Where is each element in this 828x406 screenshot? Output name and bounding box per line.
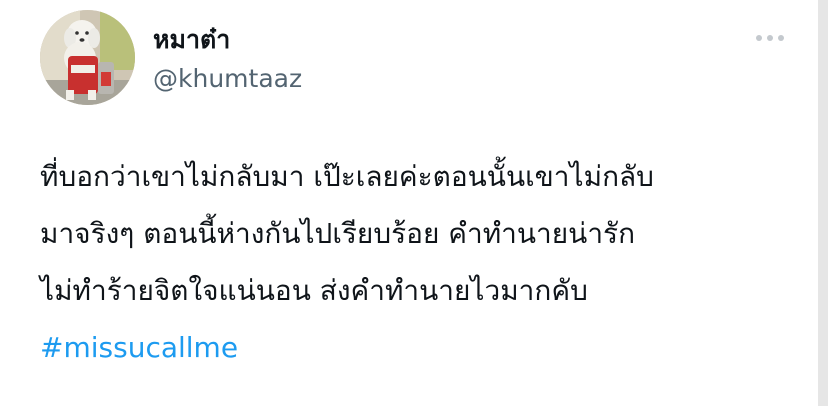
tweet-card: หมาต๋า @khumtaaz ที่บอกว่าเขาไม่กลับมา เ…	[0, 0, 828, 406]
dog-avatar-image	[40, 10, 135, 105]
avatar[interactable]	[40, 10, 135, 105]
screen-edge-divider	[818, 0, 828, 406]
tweet-text-line: ที่บอกว่าเขาไม่กลับมา เป๊ะเลยค่ะตอนนั้นเ…	[40, 160, 654, 193]
tweet-text-line: ไม่ทำร้ายจิตใจแน่นอน ส่งคำทำนายไวมากคับ	[40, 274, 588, 307]
display-name[interactable]: หมาต๋า	[153, 24, 230, 56]
tweet-text: ที่บอกว่าเขาไม่กลับมา เป๊ะเลยค่ะตอนนั้นเ…	[40, 148, 810, 376]
hashtag-link[interactable]: #missucallme	[40, 319, 238, 376]
more-horizontal-icon	[756, 35, 784, 41]
username-handle[interactable]: @khumtaaz	[153, 63, 302, 95]
more-options-button[interactable]	[746, 24, 794, 52]
tweet-text-line: มาจริงๆ ตอนนี้ห่างกันไปเรียบร้อย คำทำนาย…	[40, 217, 636, 250]
